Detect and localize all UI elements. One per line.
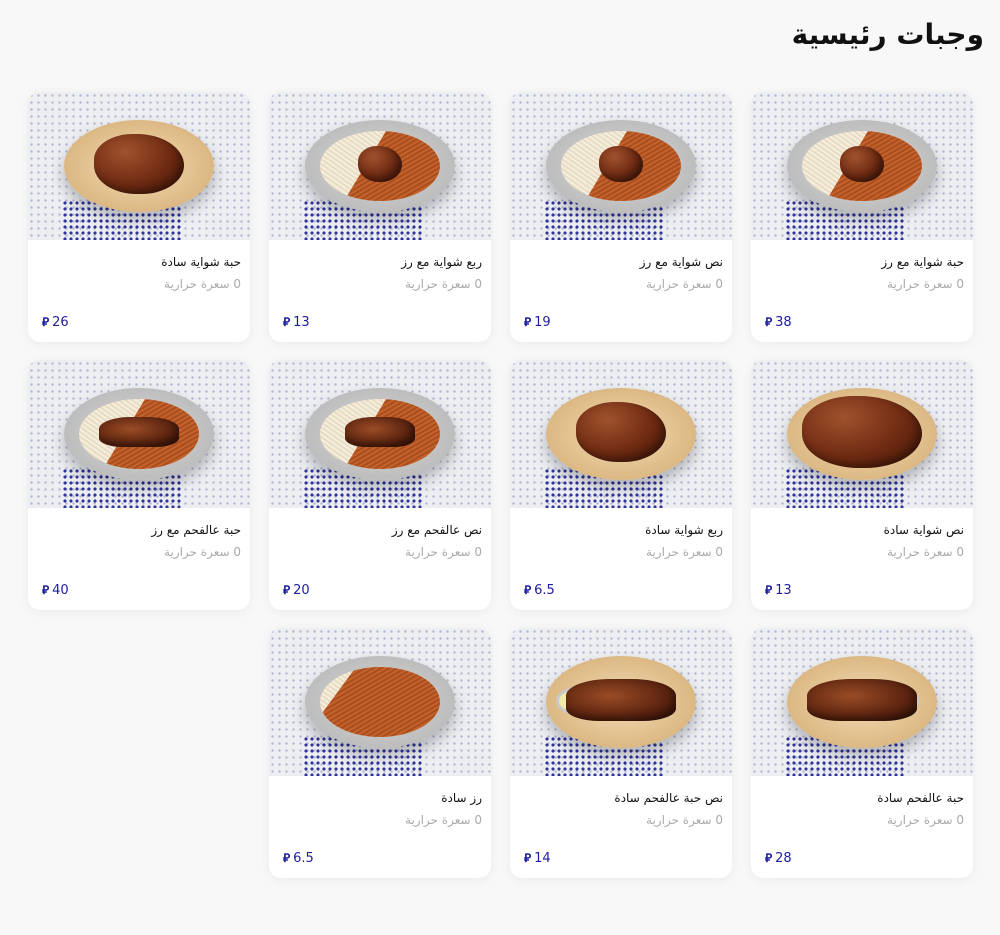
riyal-icon: ⃁ [765,315,773,329]
item-name: حبة عالفحم مع رز [151,523,241,537]
riyal-icon: ⃁ [524,315,532,329]
item-price: ⃁ 14 [524,851,551,866]
item-name: حبة شواية سادة [161,255,241,269]
menu-item-card[interactable]: حبة عالفحم مع رز 0 سعرة حرارية ⃁ 40 [28,360,250,610]
menu-item-card[interactable]: حبة شواية سادة 0 سعرة حرارية ⃁ 26 [28,92,250,342]
item-calories: 0 سعرة حرارية [887,545,964,559]
riyal-icon: ⃁ [524,583,532,597]
riyal-icon: ⃁ [42,583,50,597]
item-calories: 0 سعرة حرارية [646,545,723,559]
riyal-icon: ⃁ [283,583,291,597]
item-calories: 0 سعرة حرارية [646,277,723,291]
item-price: ⃁ 20 [283,583,310,598]
chicken-rice-plate-image [751,92,973,240]
riyal-icon: ⃁ [765,851,773,865]
item-name: نص حبة عالفحم سادة [614,791,723,805]
item-calories: 0 سعرة حرارية [164,545,241,559]
item-calories: 0 سعرة حرارية [646,813,723,827]
charcoal-half-plate-image [510,628,732,776]
item-name: رز سادة [441,791,482,805]
riyal-icon: ⃁ [42,315,50,329]
item-calories: 0 سعرة حرارية [887,277,964,291]
charcoal-chicken-rice-image [269,360,491,508]
riyal-icon: ⃁ [765,583,773,597]
riyal-icon: ⃁ [283,315,291,329]
item-price: ⃁ 19 [524,315,551,330]
item-calories: 0 سعرة حرارية [887,813,964,827]
charcoal-chicken-rice-image [28,360,250,508]
item-name: حبة شواية مع رز [881,255,964,269]
item-price: ⃁ 38 [765,315,792,330]
menu-item-card[interactable]: نص شواية مع رز 0 سعرة حرارية ⃁ 19 [510,92,732,342]
item-name: ربع شواية سادة [645,523,723,537]
item-calories: 0 سعرة حرارية [164,277,241,291]
riyal-icon: ⃁ [283,851,291,865]
menu-item-card[interactable]: ربع شواية سادة 0 سعرة حرارية ⃁ 6.5 [510,360,732,610]
menu-item-card[interactable]: نص عالفحم مع رز 0 سعرة حرارية ⃁ 20 [269,360,491,610]
item-price: ⃁ 40 [42,583,69,598]
item-price: ⃁ 13 [283,315,310,330]
charcoal-chicken-plate-image [751,628,973,776]
half-chicken-bread-image [751,360,973,508]
item-price: ⃁ 26 [42,315,69,330]
item-calories: 0 سعرة حرارية [405,277,482,291]
item-name: نص عالفحم مع رز [391,523,482,537]
chicken-rice-plate-image [510,92,732,240]
item-calories: 0 سعرة حرارية [405,813,482,827]
item-price: ⃁ 13 [765,583,792,598]
menu-item-card[interactable]: حبة شواية مع رز 0 سعرة حرارية ⃁ 38 [751,92,973,342]
rice-plate-image [269,628,491,776]
menu-item-card[interactable]: نص شواية سادة 0 سعرة حرارية ⃁ 13 [751,360,973,610]
item-name: حبة عالفحم سادة [877,791,964,805]
chicken-rice-plate-image [269,92,491,240]
menu-item-card[interactable]: نص حبة عالفحم سادة 0 سعرة حرارية ⃁ 14 [510,628,732,878]
menu-item-card[interactable]: ربع شواية مع رز 0 سعرة حرارية ⃁ 13 [269,92,491,342]
whole-chicken-image [28,92,250,240]
item-name: نص شواية سادة [883,523,964,537]
item-price: ⃁ 6.5 [283,851,314,866]
quarter-chicken-bread-image [510,360,732,508]
menu-item-card[interactable]: رز سادة 0 سعرة حرارية ⃁ 6.5 [269,628,491,878]
item-price: ⃁ 6.5 [524,583,555,598]
item-name: نص شواية مع رز [639,255,723,269]
riyal-icon: ⃁ [524,851,532,865]
item-name: ربع شواية مع رز [401,255,482,269]
menu-grid: حبة شواية مع رز 0 سعرة حرارية ⃁ 38 نص شوا… [28,92,973,878]
item-price: ⃁ 28 [765,851,792,866]
section-title: وجبات رئيسية [791,18,984,51]
item-calories: 0 سعرة حرارية [405,545,482,559]
menu-item-card[interactable]: حبة عالفحم سادة 0 سعرة حرارية ⃁ 28 [751,628,973,878]
